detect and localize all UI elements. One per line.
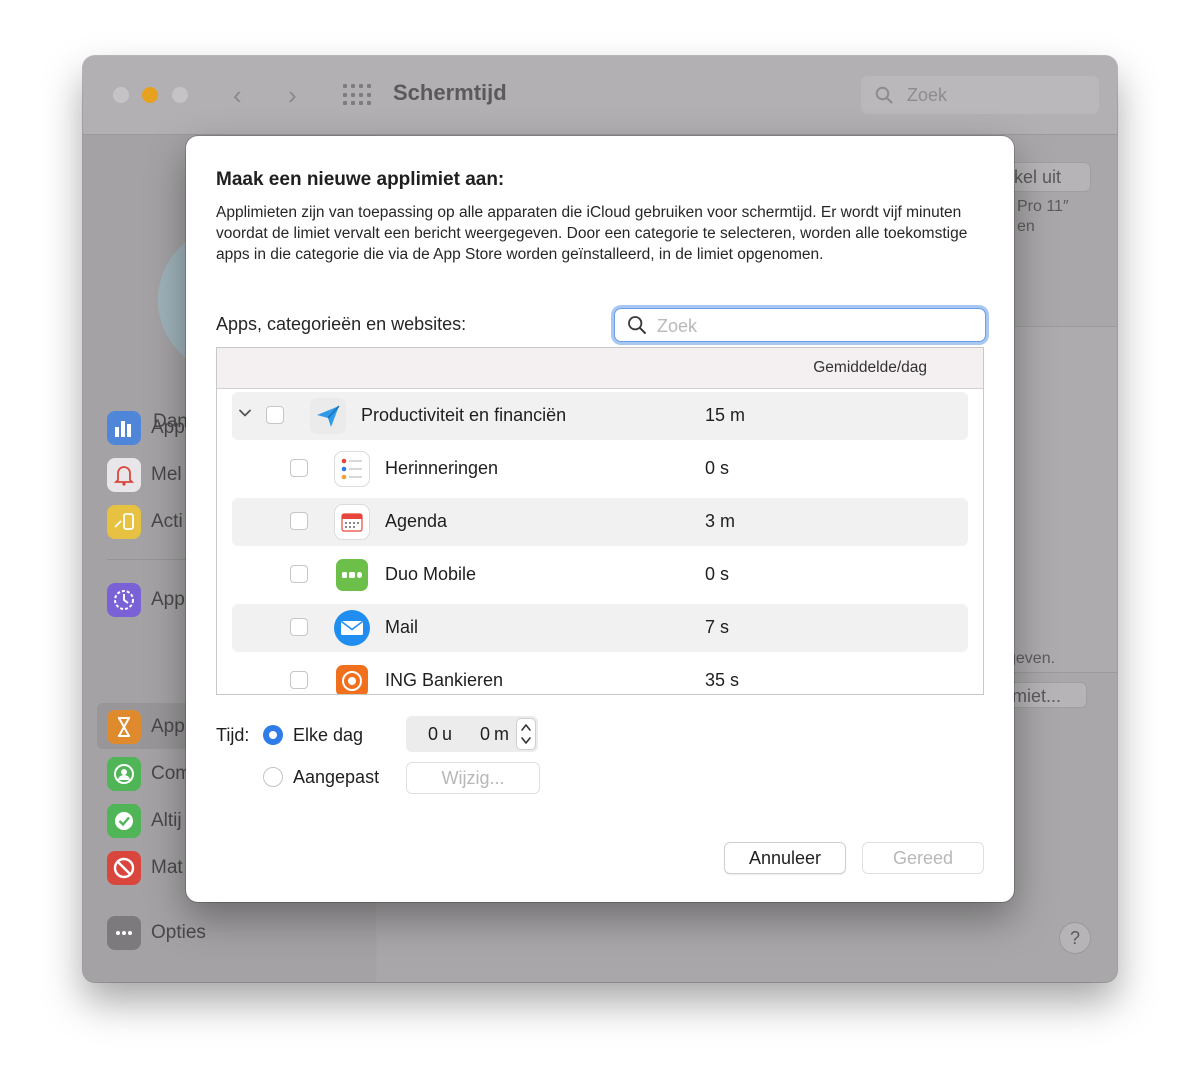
pickups-icon	[107, 505, 141, 539]
column-header-average[interactable]: Gemiddelde/dag	[813, 359, 927, 377]
table-row[interactable]: Mail 7 s	[232, 604, 968, 652]
app-checkbox[interactable]	[290, 671, 308, 689]
app-search-input[interactable]	[655, 312, 979, 340]
table-row-category[interactable]: Productiviteit en financiën 15 m	[232, 392, 968, 440]
minutes-value[interactable]: 0	[480, 724, 490, 745]
window-title: Schermtijd	[393, 80, 507, 105]
up-down-arrows-icon	[521, 724, 531, 744]
category-average: 15 m	[705, 405, 746, 425]
back-arrow-icon[interactable]: ‹	[233, 80, 242, 111]
hourglass-icon	[107, 710, 141, 744]
app-name: Mail	[385, 617, 419, 637]
sidebar-item-label: Acti	[151, 511, 183, 532]
ing-lion-icon	[334, 663, 370, 694]
window-titlebar: ‹ › Schermtijd Zoek	[83, 56, 1117, 135]
app-checkbox[interactable]	[290, 618, 308, 636]
time-label: Tijd:	[216, 725, 250, 745]
minutes-unit: m	[494, 724, 509, 744]
table-row[interactable]: Duo Mobile 0 s	[232, 551, 968, 599]
sidebar-item-label: Mat	[151, 857, 183, 878]
sidebar-item-label: App	[151, 417, 185, 438]
app-name: Duo Mobile	[385, 564, 477, 584]
table-row[interactable]: ING Bankieren 35 s	[232, 657, 968, 694]
dialog-title: Maak een nieuwe applimiet aan:	[216, 169, 505, 190]
app-average: 7 s	[705, 617, 730, 637]
sidebar-item-label: App	[151, 589, 185, 610]
help-button[interactable]: ?	[1059, 922, 1091, 954]
search-icon	[628, 316, 646, 334]
downtime-icon	[107, 583, 141, 617]
done-button[interactable]: Gereed	[862, 842, 984, 874]
category-name: Productiviteit en financiën	[361, 405, 567, 425]
sidebar-item-label: Mel	[151, 464, 182, 485]
new-app-limit-dialog: Maak een nieuwe applimiet aan: Applimiet…	[186, 136, 1014, 902]
app-name: ING Bankieren	[385, 670, 504, 690]
search-icon	[875, 86, 893, 104]
disable-button[interactable]: akel uit	[1001, 162, 1091, 192]
category-checkbox[interactable]	[266, 406, 284, 424]
app-average: 35 s	[705, 670, 740, 690]
duo-mobile-icon	[334, 557, 370, 593]
time-stepper-arrows[interactable]	[516, 718, 536, 750]
custom-radio[interactable]	[263, 767, 283, 787]
limits-list-panel	[1001, 326, 1117, 673]
reminders-icon	[334, 451, 370, 487]
zoom-window-button[interactable]	[172, 87, 188, 103]
edit-button[interactable]: Wijzig...	[406, 762, 540, 794]
paper-plane-icon	[310, 398, 346, 434]
always-allowed-icon	[107, 804, 141, 838]
calendar-icon	[334, 504, 370, 540]
list-label: Apps, categorieën en websites:	[216, 314, 467, 334]
window-search-placeholder: Zoek	[907, 85, 948, 105]
app-usage-icon	[107, 411, 141, 445]
table-header: Gemiddelde/dag	[217, 348, 983, 389]
chevron-down-icon[interactable]	[238, 406, 252, 420]
mail-icon	[334, 610, 370, 646]
app-average: 3 m	[705, 511, 736, 531]
app-average: 0 s	[705, 458, 730, 478]
cancel-button[interactable]: Annuleer	[724, 842, 846, 874]
app-name: Agenda	[385, 511, 448, 531]
footer-text: geven.	[1007, 650, 1056, 667]
minimize-window-button[interactable]	[142, 87, 158, 103]
every-day-radio[interactable]	[263, 725, 283, 745]
app-average: 0 s	[705, 564, 730, 584]
app-name: Herinneringen	[385, 458, 499, 478]
ellipsis-icon	[107, 916, 141, 950]
app-checkbox[interactable]	[290, 512, 308, 530]
apps-table: Gemiddelde/dag Productiviteit en financi…	[216, 347, 984, 695]
options-label: Opties	[151, 922, 206, 943]
device-name-text-2: en	[1017, 218, 1035, 235]
communication-icon	[107, 757, 141, 791]
restrictions-icon	[107, 851, 141, 885]
app-checkbox[interactable]	[290, 459, 308, 477]
sidebar-item-label: App	[151, 716, 185, 737]
device-name-text: Pro 11″	[1017, 198, 1069, 215]
close-window-button[interactable]	[113, 87, 129, 103]
table-row[interactable]: Agenda 3 m	[232, 498, 968, 546]
custom-label[interactable]: Aangepast	[293, 767, 379, 788]
dialog-description: Applimieten zijn van toepassing op alle …	[216, 204, 968, 263]
sidebar-item-label: Altij	[151, 810, 182, 831]
hours-unit: u	[442, 724, 453, 744]
show-all-grid-icon[interactable]	[343, 84, 371, 106]
table-row[interactable]: Herinneringen 0 s	[232, 445, 968, 493]
app-checkbox[interactable]	[290, 565, 308, 583]
window-search-field[interactable]: Zoek	[861, 76, 1099, 114]
app-search-field[interactable]	[614, 308, 986, 342]
every-day-label[interactable]: Elke dag	[293, 725, 363, 746]
hours-value[interactable]: 0	[428, 724, 438, 745]
forward-arrow-icon[interactable]: ›	[288, 80, 297, 111]
notifications-bell-icon	[107, 458, 141, 492]
